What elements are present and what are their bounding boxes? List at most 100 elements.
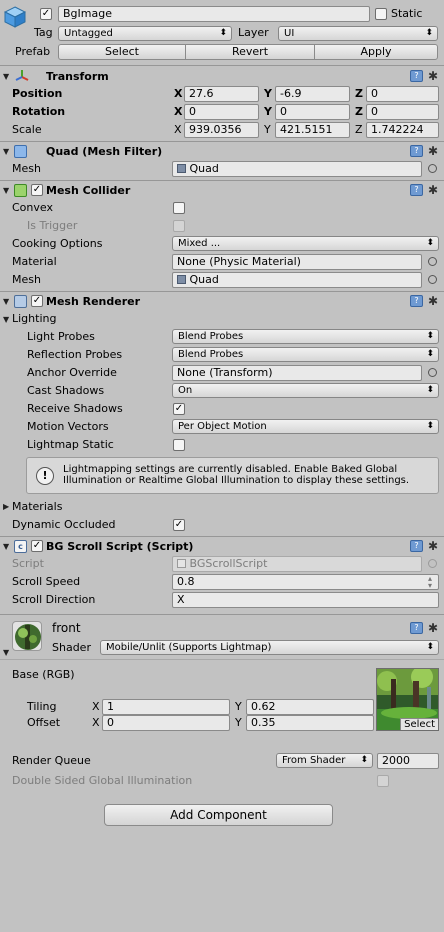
foldout-arrow-icon[interactable]: ▼ [3,147,9,156]
active-checkbox[interactable]: ✓ [40,8,52,20]
tiling-y-field[interactable]: 0.62 [246,699,374,715]
axis-y-label[interactable]: Y [235,716,242,730]
layer-dropdown[interactable]: UI [278,26,438,41]
position-z-field[interactable]: 0 [366,86,439,102]
scale-x-field[interactable]: 939.0356 [184,122,259,138]
cooking-options-dropdown[interactable]: Mixed ... [172,236,439,251]
lightmap-static-checkbox[interactable] [173,439,185,451]
mesh-renderer-enabled-checkbox[interactable]: ✓ [31,295,43,307]
gear-icon[interactable]: ✱ [428,295,438,307]
material-label: Material [12,255,57,268]
help-book-icon[interactable]: ? [410,295,423,307]
rotation-x-field[interactable]: 0 [184,104,259,120]
bg-scroll-script-header[interactable]: ▼ c ✓ BG Scroll Script (Script) ? ✱ [0,538,444,557]
help-book-icon[interactable]: ? [410,622,423,634]
help-book-icon[interactable]: ? [410,184,423,196]
object-name-field[interactable]: BgImage [58,6,370,22]
base-texture-slot[interactable]: Select [376,668,439,731]
axis-y-label[interactable]: Y [264,105,272,119]
transform-title: Transform [46,70,109,83]
mesh-collider-header[interactable]: ▼ ✓ Mesh Collider ? ✱ [0,182,444,201]
scale-y-field[interactable]: 421.5151 [275,122,350,138]
script-value: BGScrollScript [189,557,268,570]
offset-x-field[interactable]: 0 [102,715,230,731]
help-book-icon[interactable]: ? [410,70,423,82]
axis-z-label[interactable]: Z [355,105,363,119]
axis-x-label[interactable]: X [174,123,182,137]
foldout-arrow-icon[interactable]: ▼ [3,542,9,551]
foldout-arrow-icon[interactable]: ▼ [3,297,9,306]
axis-x-label[interactable]: X [174,87,182,101]
prefab-label: Prefab [15,45,51,58]
motion-vectors-dropdown[interactable]: Per Object Motion [172,419,439,434]
shader-dropdown[interactable]: Mobile/Unlit (Supports Lightmap) [100,640,439,655]
rotation-z-field[interactable]: 0 [366,104,439,120]
materials-label[interactable]: Materials [12,500,62,514]
gear-icon[interactable]: ✱ [428,540,438,552]
position-label: Position [12,87,63,100]
axis-z-label[interactable]: Z [355,87,363,101]
lighting-foldout-icon[interactable]: ▼ [3,315,9,324]
axis-y-label[interactable]: Y [264,87,272,101]
dynamic-occluded-label: Dynamic Occluded [12,518,116,531]
axis-x-label[interactable]: X [174,105,182,119]
scale-z-field[interactable]: 1.742224 [366,122,439,138]
separator [0,614,444,615]
rotation-label: Rotation [12,105,66,118]
axis-y-label[interactable]: Y [235,700,242,714]
offset-y-field[interactable]: 0.35 [246,715,374,731]
light-probes-dropdown[interactable]: Blend Probes [172,329,439,344]
transform-header[interactable]: ▼ Transform ? ✱ [0,68,444,87]
mesh-renderer-header[interactable]: ▼ ✓ Mesh Renderer ? ✱ [0,293,444,312]
prefab-revert-button[interactable]: Revert [185,44,315,60]
tag-dropdown[interactable]: Untagged [58,26,232,41]
gear-icon[interactable]: ✱ [428,622,438,634]
lighting-label[interactable]: Lighting [12,312,56,326]
static-checkbox[interactable] [375,8,387,20]
material-preview-thumbnail[interactable] [12,621,42,651]
render-queue-dropdown[interactable]: From Shader [276,753,373,768]
help-book-icon[interactable]: ? [410,145,423,157]
cast-shadows-dropdown[interactable]: On [172,383,439,398]
convex-checkbox[interactable] [173,202,185,214]
gear-icon[interactable]: ✱ [428,184,438,196]
object-picker-icon[interactable] [428,368,437,377]
gear-icon[interactable]: ✱ [428,145,438,157]
anchor-override-field[interactable]: None (Transform) [172,365,422,381]
add-component-button[interactable]: Add Component [104,804,333,826]
axis-x-label[interactable]: X [92,716,100,730]
texture-select-button[interactable]: Select [400,718,438,730]
spinner-icon[interactable]: ▴ ▾ [428,575,432,590]
physic-material-field[interactable]: None (Physic Material) [172,254,422,270]
axis-x-label[interactable]: X [92,700,100,714]
scroll-speed-label: Scroll Speed [12,575,81,588]
foldout-arrow-icon[interactable]: ▼ [3,186,9,195]
rotation-y-field[interactable]: 0 [275,104,350,120]
tiling-x-field[interactable]: 1 [102,699,230,715]
mesh-object-field[interactable]: Quad [172,161,422,177]
mesh-filter-header[interactable]: ▼ Quad (Mesh Filter) ? ✱ [0,143,444,162]
materials-foldout-icon[interactable]: ▶ [3,502,9,511]
dynamic-occluded-checkbox[interactable]: ✓ [173,519,185,531]
script-enabled-checkbox[interactable]: ✓ [31,540,43,552]
receive-shadows-checkbox[interactable]: ✓ [173,403,185,415]
scroll-speed-field[interactable]: 0.8 [172,574,439,590]
prefab-select-button[interactable]: Select [58,44,186,60]
reflection-probes-dropdown[interactable]: Blend Probes [172,347,439,362]
scroll-direction-field[interactable]: X [172,592,439,608]
render-queue-field[interactable]: 2000 [377,753,439,769]
material-foldout-icon[interactable]: ▼ [3,648,9,657]
collider-mesh-field[interactable]: Quad [172,272,422,288]
mesh-collider-enabled-checkbox[interactable]: ✓ [31,184,43,196]
axis-y-label[interactable]: Y [264,123,271,137]
gear-icon[interactable]: ✱ [428,70,438,82]
position-x-field[interactable]: 27.6 [184,86,259,102]
foldout-arrow-icon[interactable]: ▼ [3,72,9,81]
prefab-apply-button[interactable]: Apply [314,44,438,60]
object-picker-icon[interactable] [428,257,437,266]
position-y-field[interactable]: -6.9 [275,86,350,102]
help-book-icon[interactable]: ? [410,540,423,552]
object-picker-icon[interactable] [428,275,437,284]
object-picker-icon[interactable] [428,164,437,173]
axis-z-label[interactable]: Z [355,123,363,137]
